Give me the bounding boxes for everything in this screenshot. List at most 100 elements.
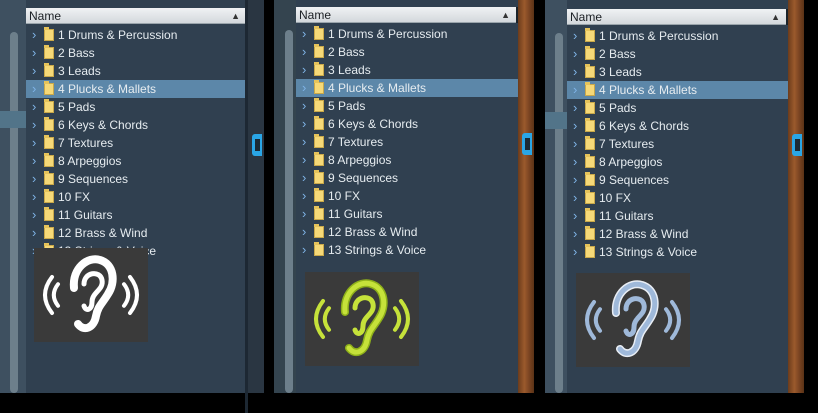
chevron-right-icon[interactable]: › bbox=[573, 207, 583, 225]
chevron-right-icon[interactable]: › bbox=[302, 241, 312, 259]
chevron-right-icon[interactable]: › bbox=[302, 115, 312, 133]
chevron-right-icon[interactable]: › bbox=[302, 133, 312, 151]
chevron-right-icon[interactable]: › bbox=[573, 81, 583, 99]
chevron-right-icon[interactable]: › bbox=[302, 43, 312, 61]
folder-row[interactable]: › 8 Arpeggios bbox=[567, 153, 788, 171]
folder-row[interactable]: › 11 Guitars bbox=[567, 207, 788, 225]
folder-row[interactable]: › 7 Textures bbox=[567, 135, 788, 153]
chevron-right-icon[interactable]: › bbox=[32, 206, 42, 224]
folder-row[interactable]: › 5 Pads bbox=[296, 97, 518, 115]
browser-panel-2: Name ▲ › 1 Drums & Percussion › 2 Bass › 3 Le… bbox=[274, 0, 518, 393]
chevron-right-icon[interactable]: › bbox=[32, 116, 42, 134]
chevron-right-icon[interactable]: › bbox=[573, 45, 583, 63]
chevron-right-icon[interactable]: › bbox=[302, 169, 312, 187]
folder-row[interactable]: › 6 Keys & Chords bbox=[296, 115, 518, 133]
sound-wave-left bbox=[43, 275, 54, 315]
folder-label: 5 Pads bbox=[328, 99, 366, 113]
chevron-right-icon[interactable]: › bbox=[573, 135, 583, 153]
expand-tab-3[interactable] bbox=[792, 134, 802, 156]
chevron-right-icon[interactable]: › bbox=[32, 134, 42, 152]
folder-row[interactable]: › 2 Bass bbox=[296, 43, 518, 61]
chevron-right-icon[interactable]: › bbox=[32, 62, 42, 80]
scrollbar-thumb[interactable] bbox=[555, 33, 563, 393]
chevron-right-icon[interactable]: › bbox=[32, 224, 42, 242]
chevron-right-icon[interactable]: › bbox=[573, 225, 583, 243]
name-column-header[interactable]: Name ▲ bbox=[567, 9, 788, 25]
chevron-right-icon[interactable]: › bbox=[32, 26, 42, 44]
chevron-right-icon[interactable]: › bbox=[573, 99, 583, 117]
folder-row[interactable]: › 6 Keys & Chords bbox=[26, 116, 248, 134]
name-column-header[interactable]: Name ▲ bbox=[296, 7, 518, 23]
sound-wave-left bbox=[593, 307, 602, 333]
folder-icon bbox=[585, 46, 595, 60]
chevron-right-icon[interactable]: › bbox=[573, 189, 583, 207]
folder-row[interactable]: › 4 Plucks & Mallets bbox=[26, 80, 248, 98]
scrollbar-thumb[interactable] bbox=[10, 32, 18, 393]
folder-row[interactable]: › 11 Guitars bbox=[26, 206, 248, 224]
folder-row[interactable]: › 1 Drums & Percussion bbox=[296, 25, 518, 43]
scrollbar-thumb[interactable] bbox=[285, 30, 293, 393]
chevron-right-icon[interactable]: › bbox=[32, 44, 42, 62]
chevron-right-icon[interactable]: › bbox=[32, 188, 42, 206]
folder-row[interactable]: › 3 Leads bbox=[567, 63, 788, 81]
chevron-right-icon[interactable]: › bbox=[32, 80, 42, 98]
folder-icon bbox=[585, 244, 595, 258]
folder-row[interactable]: › 6 Keys & Chords bbox=[567, 117, 788, 135]
chevron-right-icon[interactable]: › bbox=[573, 153, 583, 171]
folder-row[interactable]: › 9 Sequences bbox=[567, 171, 788, 189]
sort-ascending-icon[interactable]: ▲ bbox=[231, 8, 240, 24]
folder-row[interactable]: › 10 FX bbox=[296, 187, 518, 205]
folder-label: 4 Plucks & Mallets bbox=[328, 81, 427, 95]
folder-row[interactable]: › 9 Sequences bbox=[26, 170, 248, 188]
folder-row[interactable]: › 4 Plucks & Mallets bbox=[567, 81, 788, 99]
folder-row[interactable]: › 12 Brass & Wind bbox=[26, 224, 248, 242]
folder-row[interactable]: › 1 Drums & Percussion bbox=[567, 27, 788, 45]
folder-row[interactable]: › 10 FX bbox=[567, 189, 788, 207]
chevron-right-icon[interactable]: › bbox=[302, 223, 312, 241]
sort-ascending-icon[interactable]: ▲ bbox=[771, 9, 780, 25]
chevron-right-icon[interactable]: › bbox=[302, 61, 312, 79]
folder-icon bbox=[314, 62, 324, 76]
chevron-right-icon[interactable]: › bbox=[573, 27, 583, 45]
folder-row[interactable]: › 2 Bass bbox=[26, 44, 248, 62]
chevron-right-icon[interactable]: › bbox=[302, 205, 312, 223]
folder-row[interactable]: › 12 Brass & Wind bbox=[296, 223, 518, 241]
folder-row[interactable]: › 5 Pads bbox=[26, 98, 248, 116]
chevron-right-icon[interactable]: › bbox=[573, 63, 583, 81]
chevron-right-icon[interactable]: › bbox=[32, 152, 42, 170]
chevron-right-icon[interactable]: › bbox=[302, 97, 312, 115]
folder-row[interactable]: › 9 Sequences bbox=[296, 169, 518, 187]
folder-row[interactable]: › 4 Plucks & Mallets bbox=[296, 79, 518, 97]
sort-ascending-icon[interactable]: ▲ bbox=[501, 7, 510, 23]
folder-row[interactable]: › 3 Leads bbox=[26, 62, 248, 80]
chevron-right-icon[interactable]: › bbox=[302, 79, 312, 97]
chevron-right-icon[interactable]: › bbox=[302, 25, 312, 43]
name-column-header[interactable]: Name ▲ bbox=[26, 8, 248, 24]
folder-row[interactable]: › 11 Guitars bbox=[296, 205, 518, 223]
chevron-right-icon[interactable]: › bbox=[32, 170, 42, 188]
chevron-right-icon[interactable]: › bbox=[573, 243, 583, 261]
folder-row[interactable]: › 8 Arpeggios bbox=[26, 152, 248, 170]
sound-wave-right bbox=[399, 299, 410, 339]
expand-tab-1[interactable] bbox=[252, 134, 262, 156]
folder-row[interactable]: › 3 Leads bbox=[296, 61, 518, 79]
folder-row[interactable]: › 12 Brass & Wind bbox=[567, 225, 788, 243]
chevron-right-icon[interactable]: › bbox=[302, 187, 312, 205]
chevron-right-icon[interactable]: › bbox=[32, 98, 42, 116]
folder-row[interactable]: › 2 Bass bbox=[567, 45, 788, 63]
chevron-right-icon[interactable]: › bbox=[573, 171, 583, 189]
folder-row[interactable]: › 13 Strings & Voice bbox=[567, 243, 788, 261]
chevron-right-icon[interactable]: › bbox=[302, 151, 312, 169]
folder-row[interactable]: › 10 FX bbox=[26, 188, 248, 206]
chevron-right-icon[interactable]: › bbox=[573, 117, 583, 135]
folder-row[interactable]: › 5 Pads bbox=[567, 99, 788, 117]
folder-icon bbox=[44, 99, 54, 113]
folder-row[interactable]: › 8 Arpeggios bbox=[296, 151, 518, 169]
folder-row[interactable]: › 7 Textures bbox=[26, 134, 248, 152]
expand-tab-2[interactable] bbox=[522, 133, 532, 155]
folder-icon bbox=[44, 153, 54, 167]
folder-row[interactable]: › 7 Textures bbox=[296, 133, 518, 151]
folder-icon bbox=[314, 134, 324, 148]
folder-row[interactable]: › 13 Strings & Voice bbox=[296, 241, 518, 259]
folder-row[interactable]: › 1 Drums & Percussion bbox=[26, 26, 248, 44]
